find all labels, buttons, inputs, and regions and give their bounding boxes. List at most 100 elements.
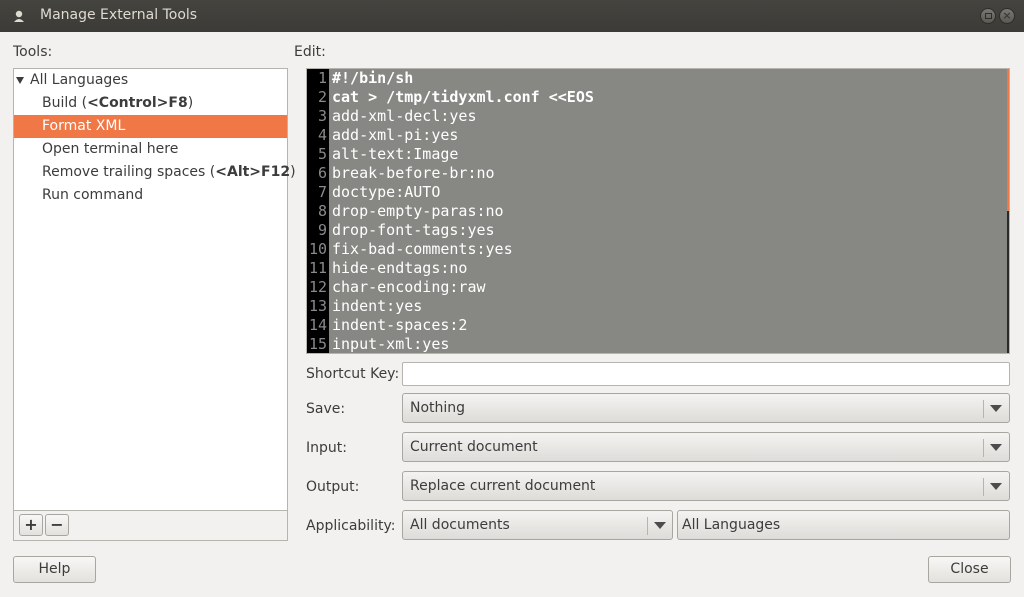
close-button[interactable]: Close [928, 556, 1011, 583]
tree-group-all-languages[interactable]: All Languages [14, 69, 287, 92]
save-select-value: Nothing [410, 400, 466, 416]
tools-label: Tools: [13, 44, 53, 60]
code-editor[interactable]: 1 #!/bin/sh 2 cat > /tmp/tidyxml.conf <<EOS… [306, 68, 1010, 354]
tree-item-label: Run command [42, 184, 143, 207]
plus-icon: + [24, 515, 38, 534]
line-number: 1 [317, 69, 327, 87]
code-line[interactable]: 10 fix-bad-comments:yes [309, 240, 1007, 259]
close-icon: × [1002, 9, 1012, 22]
code-line[interactable]: 8 drop-empty-paras:no [318, 202, 1007, 221]
output-label: Output: [306, 479, 360, 495]
item-prefix: Build ( [42, 95, 88, 111]
item-accel: <Alt>F12 [215, 164, 291, 180]
line-text: alt-text:Image [332, 145, 459, 163]
item-suffix: ) [290, 164, 296, 180]
line-number: 8 [317, 202, 327, 220]
combo-separator [983, 400, 984, 418]
tools-tree[interactable]: All Languages Build (<Control>F8) Format… [13, 68, 296, 511]
code-line[interactable]: 5 alt-text:Image [318, 145, 1007, 164]
code-line[interactable]: 11 hide-endtags:no [309, 259, 1007, 278]
shortcut-key-label: Shortcut Key: [306, 366, 400, 382]
line-number: 14 [308, 316, 327, 334]
combo-separator [983, 439, 984, 457]
chevron-down-icon [990, 483, 1002, 490]
title-bar: Manage External Tools × [0, 0, 1024, 32]
code-line[interactable]: 14 indent-spaces:2 [309, 316, 1007, 335]
chevron-down-icon [654, 522, 666, 529]
input-select-value: Current document [410, 439, 538, 455]
item-prefix: Run command [42, 187, 144, 203]
tree-item-remove-trailing-spaces[interactable]: Remove trailing spaces (<Alt>F12) [14, 161, 296, 184]
remove-tool-button[interactable]: − [45, 514, 69, 536]
code-line[interactable]: 3 add-xml-decl:yes [318, 107, 1007, 126]
line-text: break-before-br:no [332, 164, 495, 182]
code-line[interactable]: 2 cat > /tmp/tidyxml.conf <<EOS [318, 88, 1007, 107]
line-number: 13 [308, 297, 327, 315]
line-text: cat > /tmp/tidyxml.conf <<EOS [332, 88, 594, 106]
line-text: add-xml-decl:yes [332, 107, 477, 125]
input-label: Input: [306, 440, 347, 456]
applicability-select[interactable]: All documents [402, 510, 673, 540]
line-number: 4 [317, 126, 327, 144]
restore-icon [984, 13, 992, 19]
code-line[interactable]: 9 drop-font-tags:yes [318, 221, 1007, 240]
line-text: hide-endtags:no [332, 259, 468, 277]
tree-item-label: Format XML [42, 115, 125, 138]
window-title: Manage External Tools [40, 7, 198, 23]
code-area[interactable]: 1 #!/bin/sh 2 cat > /tmp/tidyxml.conf <<EOS… [309, 69, 1007, 353]
output-select-value: Replace current document [410, 478, 596, 494]
app-icon [14, 10, 24, 22]
line-number: 5 [317, 145, 327, 163]
item-prefix: Remove trailing spaces ( [42, 164, 216, 180]
line-text: add-xml-pi:yes [332, 126, 459, 144]
shortcut-key-input[interactable] [402, 362, 1010, 386]
input-select[interactable]: Current document [402, 432, 1010, 462]
line-number: 12 [308, 278, 327, 296]
line-text: drop-font-tags:yes [332, 221, 495, 239]
code-line[interactable]: 13 indent:yes [309, 297, 1007, 316]
line-text: fix-bad-comments:yes [332, 240, 513, 258]
line-text: drop-empty-paras:no [332, 202, 504, 220]
line-number: 15 [308, 335, 327, 353]
tree-item-label: Remove trailing spaces (<Alt>F12) [42, 161, 296, 184]
code-line[interactable]: 12 char-encoding:raw [309, 278, 1007, 297]
item-accel: <Control>F8 [87, 95, 188, 111]
code-line[interactable]: 7 doctype:AUTO [318, 183, 1007, 202]
item-prefix: Format XML [42, 118, 126, 134]
expander-arrow-icon[interactable] [16, 77, 24, 84]
line-text: input-xml:yes [332, 335, 450, 353]
combo-separator [983, 478, 984, 496]
language-selector-button[interactable]: All Languages [677, 510, 1010, 540]
code-line[interactable]: 1 #!/bin/sh [318, 69, 1007, 88]
chevron-down-icon [990, 405, 1002, 412]
tree-item-format-xml[interactable]: Format XML [14, 115, 287, 138]
editor-scrollbar-thumb[interactable] [1007, 69, 1009, 211]
tree-item-run-command[interactable]: Run command [14, 184, 287, 207]
save-select[interactable]: Nothing [402, 393, 1010, 423]
language-selector-value: All Languages [682, 517, 781, 533]
line-text: indent:yes [332, 297, 423, 315]
combo-separator [647, 517, 648, 535]
code-line[interactable]: 15 input-xml:yes [309, 335, 1007, 353]
line-number: 7 [317, 183, 327, 201]
output-select[interactable]: Replace current document [402, 471, 1010, 501]
line-number: 2 [317, 88, 327, 106]
code-line[interactable]: 4 add-xml-pi:yes [318, 126, 1007, 145]
add-tool-button[interactable]: + [19, 514, 43, 536]
restore-window-button[interactable] [980, 8, 996, 24]
tree-item-label: Build (<Control>F8) [42, 92, 193, 115]
applicability-select-value: All documents [410, 517, 510, 533]
close-window-button[interactable]: × [999, 8, 1015, 24]
tree-item-build[interactable]: Build (<Control>F8) [14, 92, 287, 115]
help-button[interactable]: Help [13, 556, 96, 583]
code-line[interactable]: 6 break-before-br:no [318, 164, 1007, 183]
applicability-label: Applicability: [306, 518, 396, 534]
tree-item-open-terminal[interactable]: Open terminal here [14, 138, 287, 161]
line-number: 10 [308, 240, 327, 258]
line-number: 6 [317, 164, 327, 182]
line-text: indent-spaces:2 [332, 316, 468, 334]
line-number: 9 [317, 221, 327, 239]
group-label: All Languages [30, 72, 129, 88]
line-text: #!/bin/sh [332, 69, 414, 87]
minus-icon: − [50, 515, 64, 534]
